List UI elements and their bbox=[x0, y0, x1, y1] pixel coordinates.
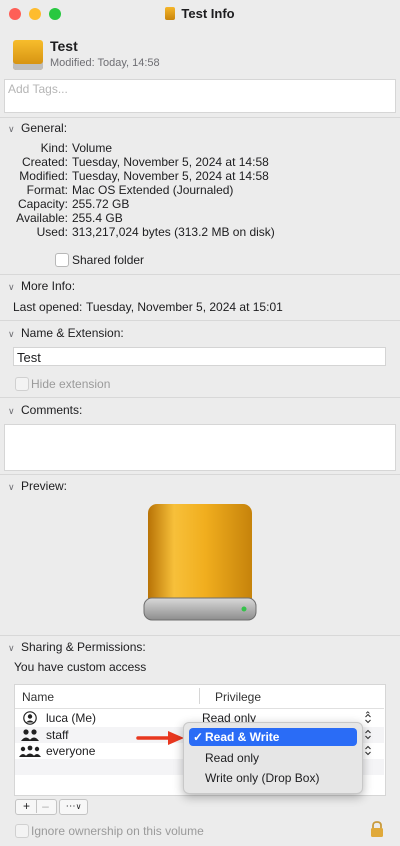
menu-item-write-only[interactable]: Write only (Drop Box) bbox=[189, 769, 357, 787]
user-name: everyone bbox=[46, 744, 96, 758]
used-label: Used: bbox=[36, 225, 68, 239]
comments-section-header[interactable]: ∨ Comments: bbox=[8, 403, 388, 417]
preview-section-header[interactable]: ∨ Preview: bbox=[8, 479, 388, 493]
ellipsis-circle-icon: ⋯ bbox=[65, 801, 76, 812]
group-icon bbox=[21, 729, 39, 741]
created-label: Created: bbox=[21, 155, 68, 169]
format-value: Mac OS Extended (Journaled) bbox=[72, 183, 234, 197]
divider bbox=[0, 117, 400, 118]
sharing-section-header[interactable]: ∨ Sharing & Permissions: bbox=[8, 640, 388, 654]
person-icon bbox=[23, 711, 37, 725]
chevron-down-icon: ∨ bbox=[8, 482, 15, 492]
ignore-ownership-checkbox[interactable] bbox=[15, 824, 29, 838]
format-label: Format: bbox=[26, 183, 68, 197]
shared-folder-checkbox[interactable] bbox=[55, 253, 69, 267]
chevron-down-icon: ∨ bbox=[8, 643, 15, 653]
remove-user-button[interactable]: – bbox=[37, 800, 55, 813]
chevron-down-icon: ∨ bbox=[75, 802, 82, 811]
item-name: Test bbox=[50, 38, 78, 54]
user-name: luca (Me) bbox=[46, 711, 97, 725]
add-user-button[interactable]: + bbox=[18, 800, 37, 813]
external-drive-preview-icon bbox=[143, 504, 257, 621]
modified-label: Modified: bbox=[19, 169, 68, 183]
more-info-section-header[interactable]: ∨ More Info: bbox=[8, 279, 388, 293]
lock-icon[interactable] bbox=[369, 820, 385, 838]
stepper-icon[interactable] bbox=[364, 729, 372, 740]
window-title: Test Info bbox=[0, 6, 400, 21]
menu-item-read-write[interactable]: ✓ Read & Write bbox=[189, 728, 357, 746]
tags-field[interactable] bbox=[4, 79, 396, 113]
access-text: You have custom access bbox=[14, 660, 147, 674]
hide-extension-label: Hide extension bbox=[31, 377, 111, 391]
available-value: 255.4 GB bbox=[72, 211, 123, 225]
privilege-menu: ✓ Read & Write Read only Write only (Drop… bbox=[183, 722, 363, 794]
divider bbox=[0, 397, 400, 398]
column-divider bbox=[199, 688, 200, 704]
last-opened-label: Last opened: bbox=[13, 300, 83, 314]
red-arrow-annotation bbox=[136, 731, 184, 745]
item-modified: Modified: Today, 14:58 bbox=[50, 57, 160, 69]
last-opened-value: Tuesday, November 5, 2024 at 15:01 bbox=[86, 300, 283, 314]
chevron-down-icon: ∨ bbox=[8, 329, 15, 339]
comments-field[interactable] bbox=[4, 424, 396, 471]
chevron-down-icon: ∨ bbox=[8, 282, 15, 292]
tags-input[interactable] bbox=[5, 80, 391, 98]
column-header-name[interactable]: Name bbox=[22, 690, 54, 704]
everyone-icon bbox=[19, 745, 41, 757]
name-field[interactable]: Test bbox=[13, 347, 386, 366]
hide-extension-checkbox[interactable] bbox=[15, 377, 29, 391]
drive-icon bbox=[165, 7, 176, 20]
divider bbox=[0, 320, 400, 321]
available-label: Available: bbox=[16, 211, 68, 225]
add-remove-buttons: + – bbox=[15, 799, 57, 815]
divider bbox=[0, 635, 400, 636]
menu-item-read-only[interactable]: Read only bbox=[189, 749, 357, 767]
checkmark-icon: ✓ bbox=[193, 730, 204, 744]
capacity-label: Capacity: bbox=[17, 197, 68, 211]
stepper-icon[interactable] bbox=[364, 745, 372, 756]
volume-icon bbox=[13, 40, 43, 70]
modified-value: Tuesday, November 5, 2024 at 14:58 bbox=[72, 169, 269, 183]
shared-folder-label: Shared folder bbox=[72, 253, 145, 267]
stepper-icon[interactable] bbox=[364, 713, 372, 724]
chevron-down-icon: ∨ bbox=[8, 406, 15, 416]
used-value: 313,217,024 bytes (313.2 MB on disk) bbox=[72, 225, 275, 239]
name-extension-section-header[interactable]: ∨ Name & Extension: bbox=[8, 326, 388, 340]
title-bar: Test Info bbox=[0, 0, 400, 28]
divider bbox=[0, 274, 400, 275]
divider bbox=[0, 474, 400, 475]
capacity-value: 255.72 GB bbox=[72, 197, 130, 211]
general-section-header[interactable]: ∨ General: bbox=[8, 121, 388, 135]
action-menu-button[interactable]: ⋯∨ bbox=[59, 799, 88, 815]
user-name: staff bbox=[46, 728, 69, 742]
ignore-ownership-label: Ignore ownership on this volume bbox=[31, 824, 204, 838]
header-divider bbox=[15, 708, 384, 709]
column-header-privilege[interactable]: Privilege bbox=[215, 690, 261, 704]
kind-label: Kind: bbox=[40, 141, 68, 155]
created-value: Tuesday, November 5, 2024 at 14:58 bbox=[72, 155, 269, 169]
kind-value: Volume bbox=[72, 141, 113, 155]
chevron-down-icon: ∨ bbox=[8, 124, 15, 134]
